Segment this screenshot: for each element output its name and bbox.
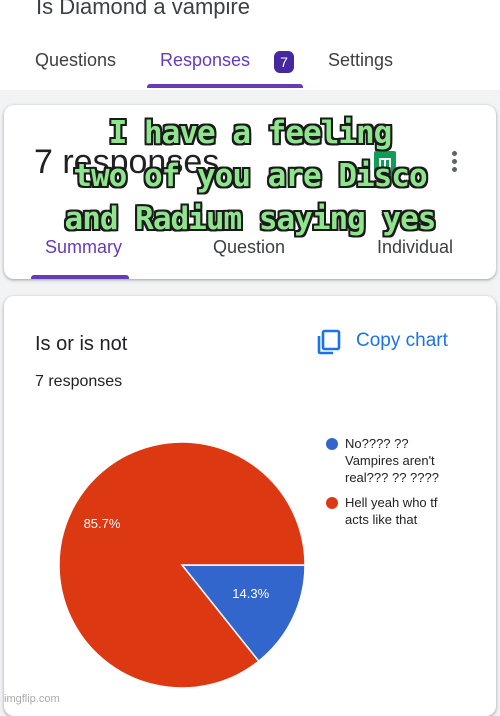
legend-swatch [326, 497, 338, 509]
pie-slice-label: 14.3% [232, 586, 269, 601]
caption-line: and Radium saying yes [64, 201, 437, 237]
legend-label: No???? ?? [345, 436, 409, 451]
active-tab-indicator [147, 84, 303, 88]
tab-responses[interactable]: Responses [160, 50, 250, 71]
meme-caption: I have a feeling two of you are Disco an… [0, 112, 500, 241]
legend-swatch [326, 438, 338, 450]
legend-label: real??? ?? ???? [345, 470, 439, 485]
responses-count-badge: 7 [274, 51, 294, 73]
legend-label: Hell yeah who tf [345, 495, 438, 510]
active-subtab-indicator [31, 275, 129, 279]
legend-label: Vampires aren't [345, 453, 435, 468]
pie-slice-label: 85.7% [84, 516, 121, 531]
caption-line: two of you are Disco [73, 158, 427, 194]
form-header: Is Diamond a vampire Questions Responses… [0, 0, 500, 90]
imgflip-watermark: imgflip.com [4, 693, 60, 705]
form-title: Is Diamond a vampire [36, 0, 250, 19]
legend-label: acts like that [345, 512, 418, 527]
pie-chart: 14.3% 85.7% No???? ?? Vampires aren't real??… [58, 436, 439, 689]
tab-settings[interactable]: Settings [328, 50, 393, 71]
caption-line: I have a feeling [108, 115, 393, 151]
question-summary-card: Is or is not 7 responses Copy chart 14.3… [4, 296, 496, 716]
tab-questions[interactable]: Questions [35, 50, 116, 71]
